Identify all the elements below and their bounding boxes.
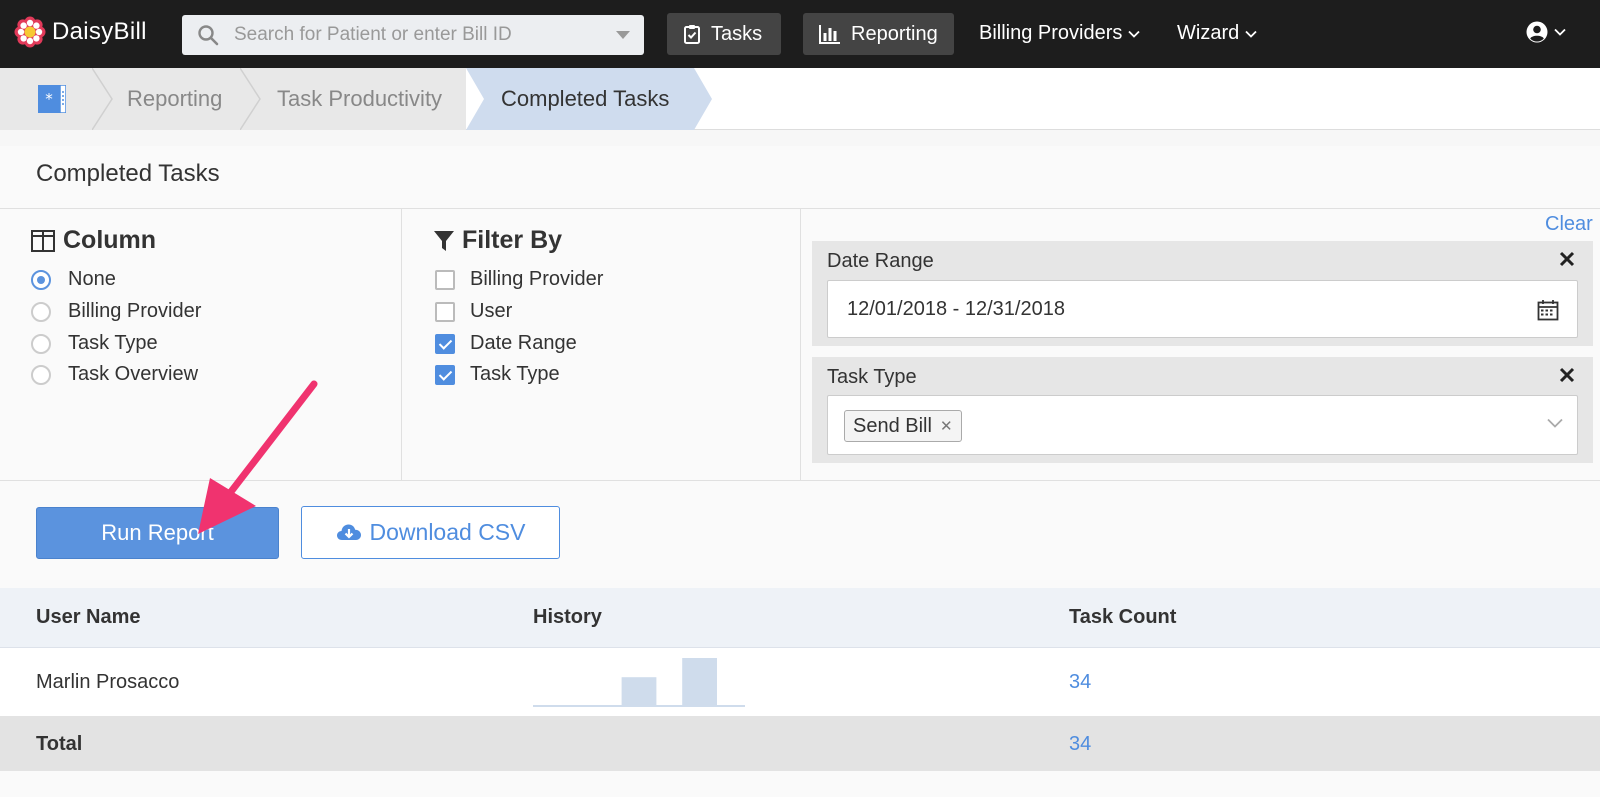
radio-none[interactable] — [31, 269, 51, 290]
radio-task-type[interactable] — [31, 333, 51, 354]
table-header: User Name History Task Count — [0, 588, 1600, 648]
checkbox-task-type[interactable] — [435, 364, 455, 385]
radio-billing-provider[interactable] — [31, 301, 51, 322]
close-icon[interactable] — [1559, 251, 1575, 267]
funnel-icon — [434, 230, 454, 251]
table-row: Marlin Prosacco 34 — [0, 648, 1600, 716]
checkbox-user[interactable] — [435, 301, 455, 322]
tasks-label: Tasks — [711, 22, 763, 45]
filter-option-billing-provider[interactable]: Billing Provider — [435, 268, 603, 291]
filter-option-date-range[interactable]: Date Range — [435, 332, 577, 355]
logo[interactable]: DaisyBill — [14, 16, 147, 48]
column-option-none[interactable]: None — [31, 268, 116, 291]
date-range-value: 12/01/2018 - 12/31/2018 — [847, 298, 1065, 320]
column-option-billing-provider[interactable]: Billing Provider — [31, 300, 201, 323]
tasks-button[interactable]: Tasks — [667, 13, 781, 55]
wizard-label: Wizard — [1177, 22, 1240, 44]
wizard-menu[interactable]: Wizard — [1177, 22, 1257, 45]
history-sparkline — [533, 658, 745, 707]
task-count-link[interactable]: 34 — [1069, 671, 1091, 694]
search-box[interactable] — [182, 15, 644, 55]
app-name: DaisyBill — [52, 18, 147, 45]
filter-option-task-type[interactable]: Task Type — [435, 363, 560, 386]
run-report-button[interactable]: Run Report — [36, 507, 279, 559]
task-type-select[interactable]: Send Bill ✕ — [827, 395, 1578, 455]
columns-icon — [31, 229, 55, 252]
date-range-filter: Date Range 12/01/2018 - 12/31/2018 — [812, 241, 1593, 346]
user-menu[interactable] — [1525, 20, 1566, 44]
filter-by-heading: Filter By — [434, 226, 562, 255]
date-range-input[interactable]: 12/01/2018 - 12/31/2018 — [827, 280, 1578, 338]
user-name-cell: Marlin Prosacco — [36, 671, 180, 693]
column-header-history: History — [533, 606, 602, 628]
total-label: Total — [36, 733, 83, 755]
filter-option-user[interactable]: User — [435, 300, 512, 323]
svg-text:*: * — [45, 90, 53, 108]
page-title: Completed Tasks — [36, 160, 220, 187]
billing-providers-menu[interactable]: Billing Providers — [979, 22, 1141, 45]
column-header-user-name[interactable]: User Name — [36, 606, 141, 629]
column-heading: Column — [31, 226, 156, 255]
task-type-label: Task Type — [827, 366, 917, 388]
breadcrumb-task-productivity[interactable]: Task Productivity — [277, 86, 442, 112]
breadcrumb-reporting[interactable]: Reporting — [127, 86, 222, 112]
date-range-label: Date Range — [827, 250, 934, 272]
task-type-filter: Task Type Send Bill ✕ — [812, 357, 1593, 463]
daisy-flower-icon — [14, 16, 46, 48]
clear-filters-link[interactable]: Clear — [1545, 213, 1593, 236]
search-dropdown-caret-icon[interactable] — [616, 31, 630, 39]
calendar-icon[interactable] — [1537, 299, 1559, 321]
report-home-icon[interactable]: * — [38, 85, 66, 113]
breadcrumb: * Reporting Task Productivity Completed … — [0, 68, 1600, 130]
report-panel: Completed Tasks Column None Billing Prov… — [0, 146, 1600, 797]
breadcrumb-completed-tasks: Completed Tasks — [501, 86, 670, 111]
table-total-row: Total 34 — [0, 716, 1600, 771]
radio-task-overview[interactable] — [31, 364, 51, 385]
search-input[interactable] — [232, 23, 612, 47]
tag-send-bill: Send Bill ✕ — [844, 410, 962, 442]
cloud-download-icon — [336, 524, 361, 540]
chevron-down-icon[interactable] — [1547, 418, 1563, 428]
checkbox-billing-provider[interactable] — [435, 269, 455, 290]
download-csv-button[interactable]: Download CSV — [301, 506, 560, 559]
chevron-down-icon — [1128, 30, 1141, 38]
tag-remove-icon[interactable]: ✕ — [940, 417, 953, 435]
bar-chart-icon — [819, 25, 840, 44]
history-bar — [682, 658, 717, 706]
reporting-label: Reporting — [851, 22, 938, 45]
history-bar — [621, 677, 657, 706]
reporting-button[interactable]: Reporting — [803, 13, 954, 55]
close-icon[interactable] — [1559, 367, 1575, 383]
search-icon — [198, 25, 219, 46]
top-navbar: DaisyBill Tasks Reporting Billing Provid… — [0, 0, 1600, 68]
user-circle-icon — [1526, 21, 1548, 43]
column-option-task-type[interactable]: Task Type — [31, 332, 158, 355]
total-count-link[interactable]: 34 — [1069, 733, 1091, 756]
chevron-down-icon — [1245, 30, 1257, 38]
clipboard-check-icon — [684, 25, 700, 44]
checkbox-date-range[interactable] — [435, 333, 455, 354]
column-option-task-overview[interactable]: Task Overview — [31, 363, 198, 386]
column-header-task-count[interactable]: Task Count — [1069, 606, 1176, 629]
billing-providers-label: Billing Providers — [979, 22, 1123, 44]
chevron-down-icon — [1554, 28, 1566, 36]
